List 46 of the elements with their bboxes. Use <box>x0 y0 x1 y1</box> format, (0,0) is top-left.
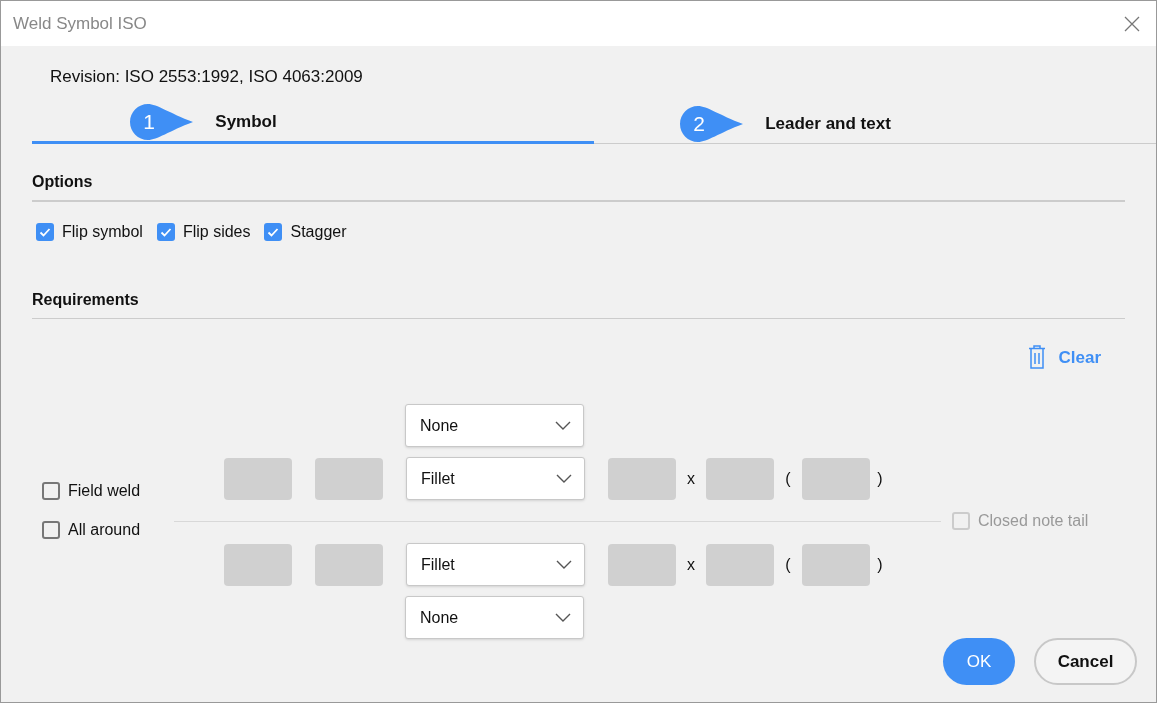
input-field[interactable] <box>315 543 383 586</box>
trash-icon <box>1028 345 1047 370</box>
input-field[interactable] <box>315 457 383 500</box>
checkbox-label: Stagger <box>290 221 347 242</box>
checkbox[interactable] <box>42 521 60 539</box>
paren: ( <box>784 468 792 489</box>
window-title: Weld Symbol ISO <box>13 12 147 35</box>
input-field[interactable] <box>802 457 870 500</box>
input-field[interactable] <box>608 543 676 586</box>
step-badge: 2 <box>679 105 744 143</box>
checkbox-label: Flip symbol <box>62 221 143 242</box>
checkbox-label: Flip sides <box>182 221 251 242</box>
dropdown[interactable]: None <box>405 596 584 639</box>
dropdown[interactable]: Fillet <box>406 543 585 586</box>
input-field[interactable] <box>802 543 870 586</box>
input-field[interactable] <box>706 543 774 586</box>
input-field[interactable] <box>608 457 676 500</box>
checkbox[interactable] <box>36 222 54 241</box>
close-icon[interactable] <box>1124 15 1140 32</box>
input-field[interactable] <box>224 543 292 586</box>
paren: ) <box>876 554 884 575</box>
paren: ) <box>876 468 884 489</box>
dropdown[interactable]: Fillet <box>406 457 585 500</box>
input-field[interactable] <box>706 457 774 500</box>
checkbox[interactable] <box>156 222 175 241</box>
chevron-down-icon <box>556 473 572 484</box>
cancel-button[interactable]: Cancel <box>1034 638 1137 685</box>
checkbox[interactable] <box>42 482 60 500</box>
tab[interactable]: 1 Symbol <box>32 103 594 144</box>
dropdown[interactable]: None <box>405 404 584 447</box>
times-sign: x <box>686 468 696 489</box>
tab[interactable]: 2 Leader and text <box>594 103 1156 144</box>
checkbox[interactable] <box>264 222 283 241</box>
section-heading: Options <box>32 169 1125 202</box>
checkbox-label: Closed note tail <box>978 511 1089 531</box>
checkbox-label: Field weld <box>68 481 141 501</box>
paren: ( <box>784 554 792 575</box>
chevron-down-icon <box>555 420 571 431</box>
checkbox-label: All around <box>68 520 141 540</box>
times-sign: x <box>686 554 696 575</box>
revision-text: Revision: ISO 2553:1992, ISO 4063:2009 <box>50 66 363 88</box>
step-badge: 1 <box>129 103 194 141</box>
section-heading: Requirements <box>32 287 1125 319</box>
input-field[interactable] <box>224 457 292 500</box>
chevron-down-icon <box>555 612 571 623</box>
chevron-down-icon <box>556 559 572 570</box>
